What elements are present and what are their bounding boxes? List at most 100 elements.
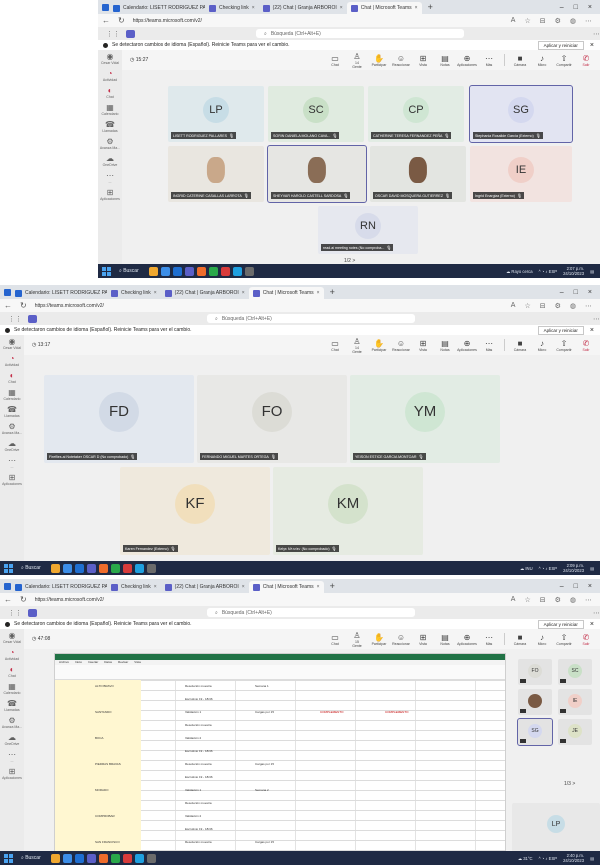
browser-tab[interactable]: Calendario: LISETT RODRIGUEZ PA× (11, 287, 107, 299)
control-compartir[interactable]: ⇧ Compartir (554, 339, 574, 352)
browser-tab[interactable]: Chat | Microsoft Teams × (248, 581, 324, 593)
taskbar-app-icon[interactable] (122, 563, 132, 573)
control-notas[interactable]: ▤ Notas (435, 54, 455, 67)
participant-tile[interactable]: SC SORIN DANIELA MOLANO CAVA... 🎙 (268, 86, 364, 142)
start-icon[interactable] (102, 266, 111, 276)
participant-tile[interactable]: IE Ingrid Enargiza (Externo) 🎙 (470, 146, 572, 202)
favorites-icon[interactable]: ☆ (524, 596, 530, 604)
rail-item[interactable]: ◉ Cesar Vidal (0, 629, 24, 646)
control-compartir[interactable]: ⇧ Compartir (554, 633, 574, 646)
control-participar[interactable]: ✋ Participar (369, 633, 389, 646)
apply-restart-button[interactable]: Aplicar y reiniciar (537, 325, 584, 335)
maximize-icon[interactable]: □ (574, 583, 578, 590)
taskbar-app-icon[interactable] (110, 563, 120, 573)
browser-tab[interactable]: Checking link × (107, 287, 161, 299)
minimize-icon[interactable]: – (560, 289, 564, 296)
settings-icon[interactable]: ⋯ (593, 315, 600, 323)
rail-item[interactable]: ▦ Calendario (0, 386, 24, 403)
extensions-icon[interactable]: ⚙ (555, 596, 561, 604)
close-tab-icon[interactable]: × (242, 584, 245, 590)
rail-item[interactable]: ⊞ Aplicaciones (0, 471, 24, 488)
taskbar-search[interactable]: ⌕ Buscar (21, 565, 41, 571)
taskbar-app-icon[interactable] (98, 563, 108, 573)
menu-icon[interactable]: ⋯ (585, 302, 592, 310)
menu-icon[interactable]: ⋯ (585, 596, 592, 604)
participant-tile[interactable]: INGRID CATERINE CASALLAS LARROTA 🎙 (168, 146, 264, 202)
participant-tile[interactable]: SG (517, 718, 553, 746)
browser-tab[interactable]: (22) Chat | Granja ARBOROI × (161, 287, 249, 299)
browser-tab[interactable]: (22) Chat | Granja ARBOROI × (161, 581, 249, 593)
close-banner-icon[interactable]: × (590, 327, 594, 334)
participant-tile[interactable]: FO FERNANDO MIGUEL MARTES ORTEGA 🎙 (197, 375, 347, 463)
participant-tile[interactable]: FD Fireflies.ai Notetaker OSCAR D (No com… (44, 375, 194, 463)
control-reaccionar[interactable]: ☺ Reaccionar (391, 54, 411, 67)
taskbar-app-icon[interactable] (146, 853, 156, 863)
taskbar-app-icon[interactable] (232, 266, 242, 276)
close-tab-icon[interactable]: × (252, 5, 255, 11)
participant-tile[interactable] (518, 689, 552, 715)
control-salir[interactable]: ✆ Salir (576, 339, 596, 352)
rail-item[interactable]: ▦ Calendario (0, 680, 24, 697)
collections-icon[interactable]: ⊟ (540, 17, 546, 25)
pagination[interactable]: < 2/2 > (286, 547, 302, 553)
control-salir[interactable]: ✆ Salir (576, 633, 596, 646)
participant-tile[interactable]: YM YEISON ESTICE GARCIA MONTOAR 🎙 (350, 375, 500, 463)
apply-restart-button[interactable]: Aplicar y reiniciar (537, 619, 584, 629)
taskbar-app-icon[interactable] (74, 853, 84, 863)
control-aplicaciones[interactable]: ⊕ Aplicaciones (457, 54, 477, 67)
app-launcher-icon[interactable]: ⋮⋮ (8, 315, 22, 323)
rail-item[interactable]: ⊞ Aplicaciones (0, 765, 24, 782)
participant-tile[interactable]: OSCAR DAVID MOSQUERA GUTIERREZ 🎙 (370, 146, 466, 202)
control-participar[interactable]: ✋ Participar (369, 339, 389, 352)
extensions-icon[interactable]: ⚙ (555, 17, 561, 25)
refresh-icon[interactable]: ↻ (16, 301, 31, 310)
extensions-icon[interactable]: ⚙ (555, 302, 561, 310)
rail-item[interactable]: ◐ Chat (98, 84, 122, 101)
search-input[interactable]: ⌕ Búsqueda (Ctrl+Alt+E) (207, 314, 415, 323)
taskbar-app-icon[interactable] (110, 853, 120, 863)
menu-icon[interactable]: ⋯ (585, 17, 592, 25)
rail-item[interactable]: ⚙ Avanza Ma... (0, 420, 24, 437)
favorites-icon[interactable]: ☆ (524, 302, 530, 310)
maximize-icon[interactable]: □ (574, 289, 578, 296)
participant-tile[interactable]: JE (558, 719, 592, 745)
participant-tile[interactable]: CP CATHERINE TERESA FERNANDEZ PEÑA 🎙 (368, 86, 464, 142)
control-notas[interactable]: ▤ Notas (435, 339, 455, 352)
new-tab-button[interactable]: + (324, 287, 341, 297)
rail-item[interactable]: ☁ OneDrive (98, 152, 122, 169)
close-tab-icon[interactable]: × (242, 290, 245, 296)
taskbar-app-icon[interactable] (86, 563, 96, 573)
rail-item[interactable]: ☎ Llamadas (0, 403, 24, 420)
rail-item[interactable]: ⊞ Aplicaciones (98, 186, 122, 203)
participant-tile[interactable]: RN read.ai meeting notes (No comproba... 🎙 (318, 206, 418, 254)
participant-tile[interactable]: SC (558, 659, 592, 685)
app-launcher-icon[interactable]: ⋮⋮ (8, 609, 22, 617)
favorites-icon[interactable]: ☆ (524, 17, 530, 25)
control-micro[interactable]: ♪ Micro (532, 54, 552, 67)
taskbar-app-icon[interactable] (148, 266, 158, 276)
profile-icon[interactable]: ◍ (570, 302, 576, 310)
address-url[interactable]: https://teams.microsoft.com/v2/ (133, 18, 202, 24)
rail-item[interactable]: ◔ Actividad (0, 646, 24, 663)
taskbar-app-icon[interactable] (172, 266, 182, 276)
close-tab-icon[interactable]: × (340, 5, 343, 11)
taskbar-search[interactable]: ⌕ Buscar (119, 268, 139, 274)
close-banner-icon[interactable]: × (590, 42, 594, 49)
control-compartir[interactable]: ⇧ Compartir (554, 54, 574, 67)
close-tab-icon[interactable]: × (415, 5, 418, 11)
browser-tab[interactable]: Chat | Microsoft Teams × (248, 287, 324, 299)
close-banner-icon[interactable]: × (590, 621, 594, 628)
control-aplicaciones[interactable]: ⊕ Aplicaciones (457, 633, 477, 646)
search-input[interactable]: ⌕ Búsqueda (Ctrl+Alt+E) (207, 608, 415, 617)
taskbar-app-icon[interactable] (160, 266, 170, 276)
control-chat[interactable]: ▭ Chat (325, 54, 345, 67)
address-url[interactable]: https://teams.microsoft.com/v2/ (35, 303, 104, 309)
participant-tile[interactable]: SHEYVAR HAROLD CASTELL SARDOSA 🎙 (267, 145, 367, 203)
refresh-icon[interactable]: ↻ (16, 595, 31, 604)
control-micro[interactable]: ♪ Micro (532, 339, 552, 352)
taskbar-app-icon[interactable] (98, 853, 108, 863)
control-ms[interactable]: ⋯ Más (479, 633, 499, 646)
rail-item[interactable]: ⋯... (0, 748, 24, 765)
taskbar-app-icon[interactable] (62, 563, 72, 573)
control-gente[interactable]: ♙ 15 Gente (347, 631, 367, 648)
